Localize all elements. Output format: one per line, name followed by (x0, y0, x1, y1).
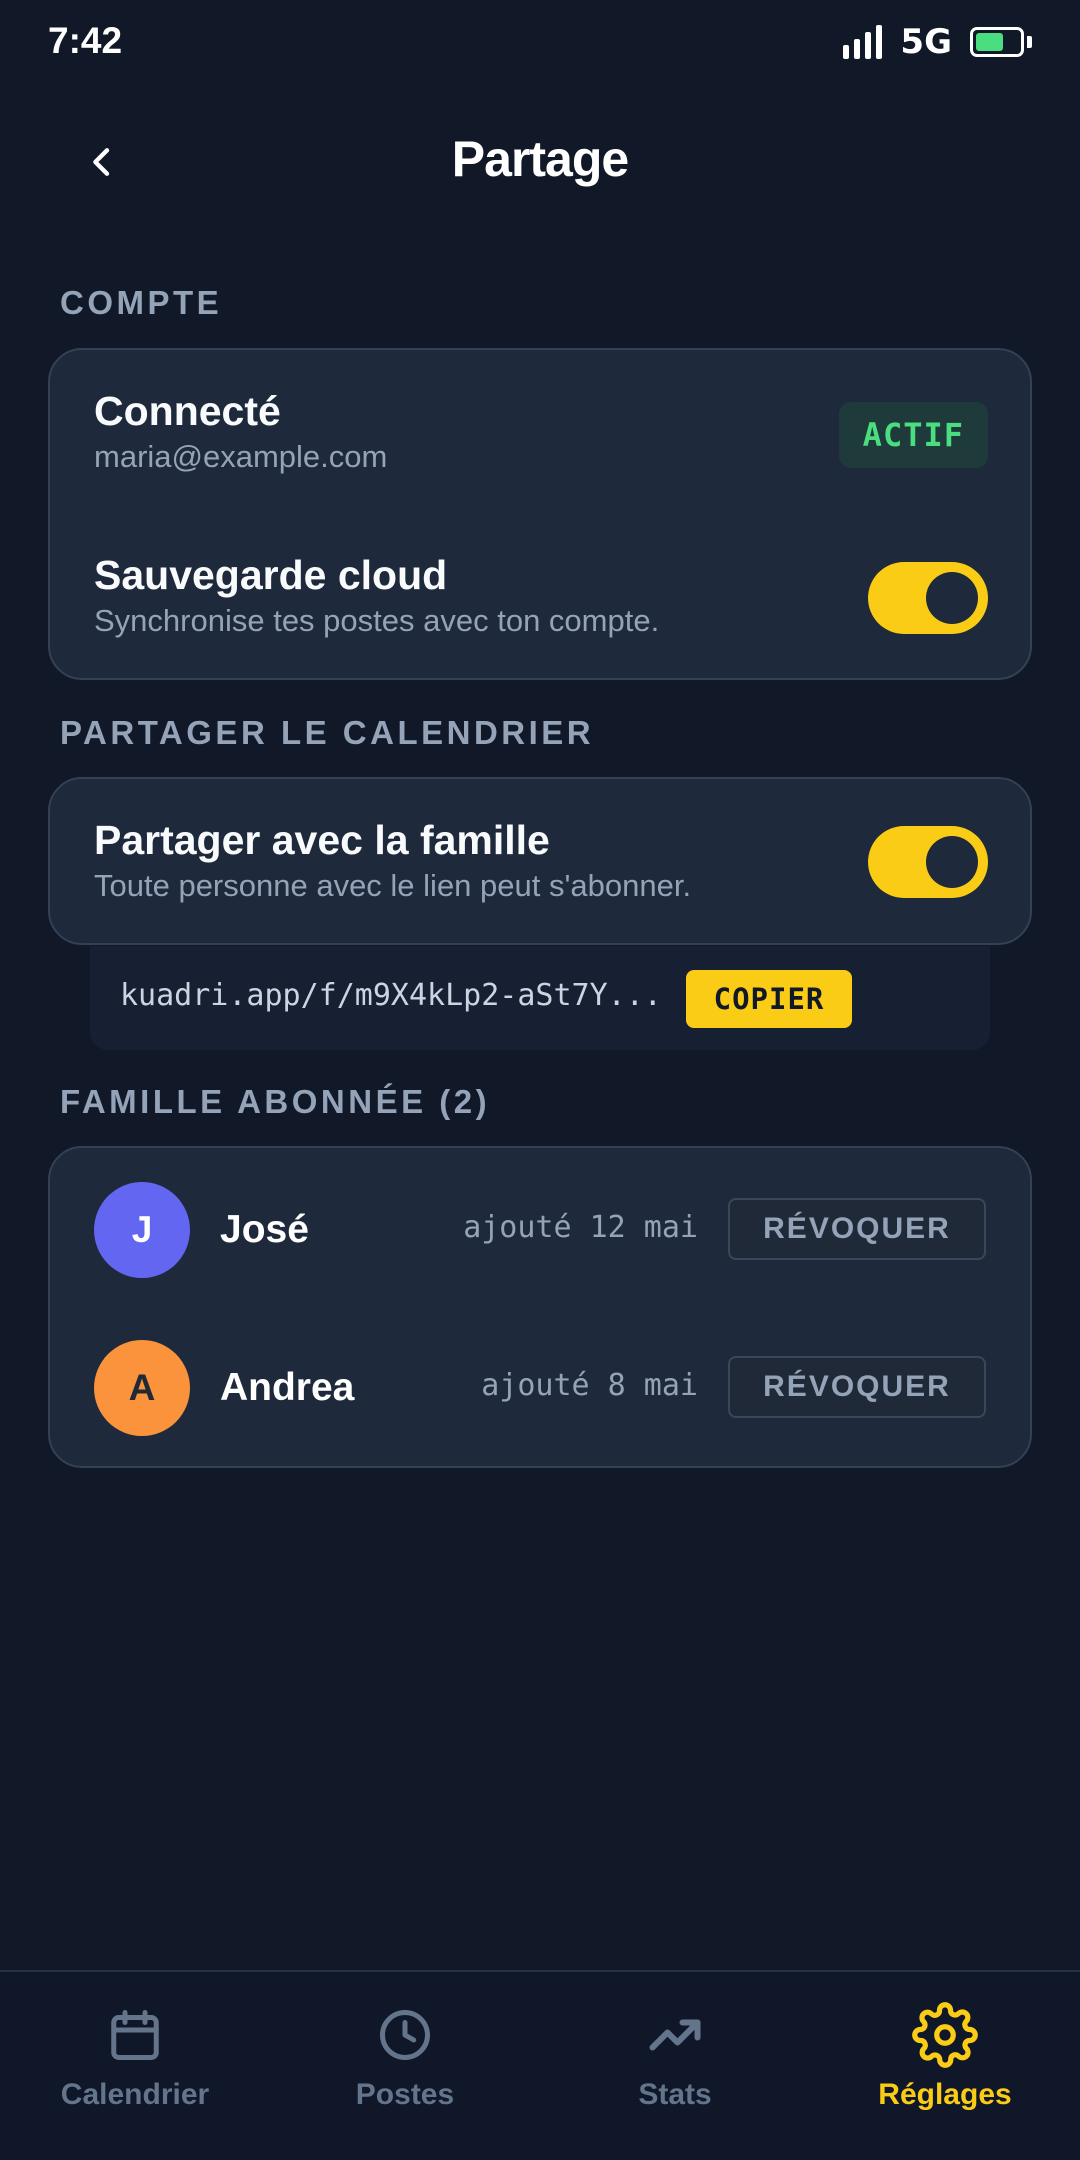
nav-item-settings[interactable]: Réglages (810, 2002, 1080, 2112)
network-type: 5G (900, 22, 952, 62)
family-share-subtitle: Toute personne avec le lien peut s'abonn… (94, 868, 692, 903)
status-badge: ACTIF (838, 402, 988, 468)
clock-icon (380, 2010, 430, 2060)
page-title: Partage (451, 131, 629, 187)
family-share-title: Partager avec la famille (94, 817, 550, 863)
nav-label: Calendrier (60, 2078, 210, 2111)
family-share-row: Partager avec la famille Toute personne … (94, 817, 986, 904)
member-name: José (220, 1208, 309, 1251)
account-card: Connecté maria@example.com ACTIF Sauvega… (48, 348, 1032, 680)
avatar: J (94, 1182, 190, 1278)
nav-item-calendar[interactable]: Calendrier (0, 2002, 270, 2112)
share-link-box: kuadri.app/f/m9X4kLp2-aSt7Y... COPIER (90, 946, 990, 1050)
gear-icon (912, 2002, 978, 2068)
section-label-share: PARTAGER LE CALENDRIER (60, 714, 595, 751)
nav-label: Postes (355, 2078, 455, 2111)
trending-up-icon (649, 2019, 701, 2051)
nav-item-postes[interactable]: Postes (270, 2002, 540, 2112)
family-card: J José ajouté 12 mai RÉVOQUER A Andrea a… (48, 1146, 1032, 1468)
nav-label: Réglages (878, 2078, 1012, 2111)
section-label-family: FAMILLE ABONNÉE (2) (60, 1083, 491, 1120)
battery-icon (970, 27, 1032, 57)
avatar: A (94, 1340, 190, 1436)
list-item: J José ajouté 12 mai RÉVOQUER (94, 1182, 986, 1278)
cloud-backup-toggle[interactable] (868, 562, 988, 634)
member-added-date: ajouté 8 mai (481, 1368, 698, 1403)
bottom-navigation: Calendrier Postes Stats Réglages (0, 1970, 1080, 2160)
nav-label: Stats (638, 2078, 712, 2111)
family-share-toggle[interactable] (868, 826, 988, 898)
revoke-button[interactable]: RÉVOQUER (728, 1356, 986, 1418)
share-card: Partager avec la famille Toute personne … (48, 777, 1032, 945)
share-link[interactable]: kuadri.app/f/m9X4kLp2-aSt7Y... (120, 978, 662, 1013)
cloud-backup-subtitle: Synchronise tes postes avec ton compte. (94, 603, 660, 638)
status-time: 7:42 (48, 20, 123, 61)
member-added-date: ajouté 12 mai (463, 1210, 698, 1245)
top-app-bar: Partage (0, 100, 1080, 220)
copy-link-button[interactable]: COPIER (686, 970, 852, 1028)
status-bar: 7:42 5G (0, 0, 1080, 84)
calendar-icon (111, 2010, 159, 2060)
revoke-button[interactable]: RÉVOQUER (728, 1198, 986, 1260)
signal-icon (843, 25, 883, 59)
cloud-backup-title: Sauvegarde cloud (94, 552, 448, 598)
nav-item-stats[interactable]: Stats (540, 2002, 810, 2112)
cloud-backup-row: Sauvegarde cloud Synchronise tes postes … (94, 552, 986, 639)
member-name: Andrea (220, 1366, 355, 1409)
list-item: A Andrea ajouté 8 mai RÉVOQUER (94, 1340, 986, 1436)
section-label-account: COMPTE (60, 284, 223, 321)
